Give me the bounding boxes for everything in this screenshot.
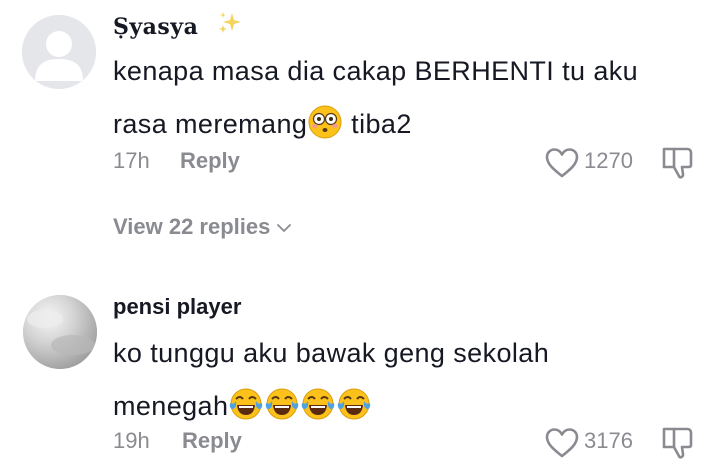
- comment-text-segment: tiba2: [343, 109, 412, 139]
- comment-text-line: kenapa masa dia cakap BERHENTI tu aku: [113, 56, 639, 86]
- comment-text: ko tunggu aku bawak geng sekolah menegah: [113, 327, 703, 433]
- tears-of-joy-emoji: [265, 387, 299, 421]
- avatar[interactable]: [22, 15, 96, 89]
- view-replies-label[interactable]: View 22 replies: [113, 214, 270, 240]
- sparkles-icon: [217, 10, 243, 42]
- timestamp: 19h: [113, 428, 150, 453]
- flushed-face-emoji: [308, 105, 342, 139]
- comment-text-segment: rasa meremang: [113, 109, 308, 139]
- reply-button[interactable]: Reply: [180, 148, 240, 174]
- comment-item: pensi player ko tunggu aku bawak geng se…: [0, 282, 720, 475]
- comment-text-line: menegah: [113, 380, 703, 433]
- avatar[interactable]: [23, 295, 97, 369]
- comment-text-line: rasa meremang tiba2: [113, 98, 703, 151]
- reply-button[interactable]: Reply: [182, 428, 242, 454]
- thumbs-down-icon[interactable]: [660, 425, 696, 461]
- thumbs-down-icon[interactable]: [660, 145, 696, 181]
- timestamp: 17h: [113, 148, 150, 173]
- chevron-down-icon[interactable]: [276, 220, 292, 236]
- tears-of-joy-emoji: [229, 387, 263, 421]
- view-replies-button[interactable]: View 22 replies: [113, 214, 292, 240]
- like-count: 3176: [584, 428, 633, 453]
- comment-item: Ṣyasya kenapa masa dia cakap BERHENTI tu…: [0, 0, 720, 270]
- comment-text: kenapa masa dia cakap BERHENTI tu aku ra…: [113, 45, 703, 151]
- tears-of-joy-emoji: [337, 387, 371, 421]
- username-text[interactable]: Ṣyasya: [113, 14, 198, 40]
- like-count: 1270: [584, 148, 633, 173]
- heart-outline-icon[interactable]: [544, 147, 580, 179]
- username[interactable]: Ṣyasya: [113, 10, 243, 42]
- comment-text-segment: menegah: [113, 391, 229, 421]
- heart-outline-icon[interactable]: [544, 427, 580, 459]
- comment-text-line: ko tunggu aku bawak geng sekolah: [113, 338, 550, 368]
- tears-of-joy-emoji: [301, 387, 335, 421]
- username[interactable]: pensi player: [113, 294, 241, 320]
